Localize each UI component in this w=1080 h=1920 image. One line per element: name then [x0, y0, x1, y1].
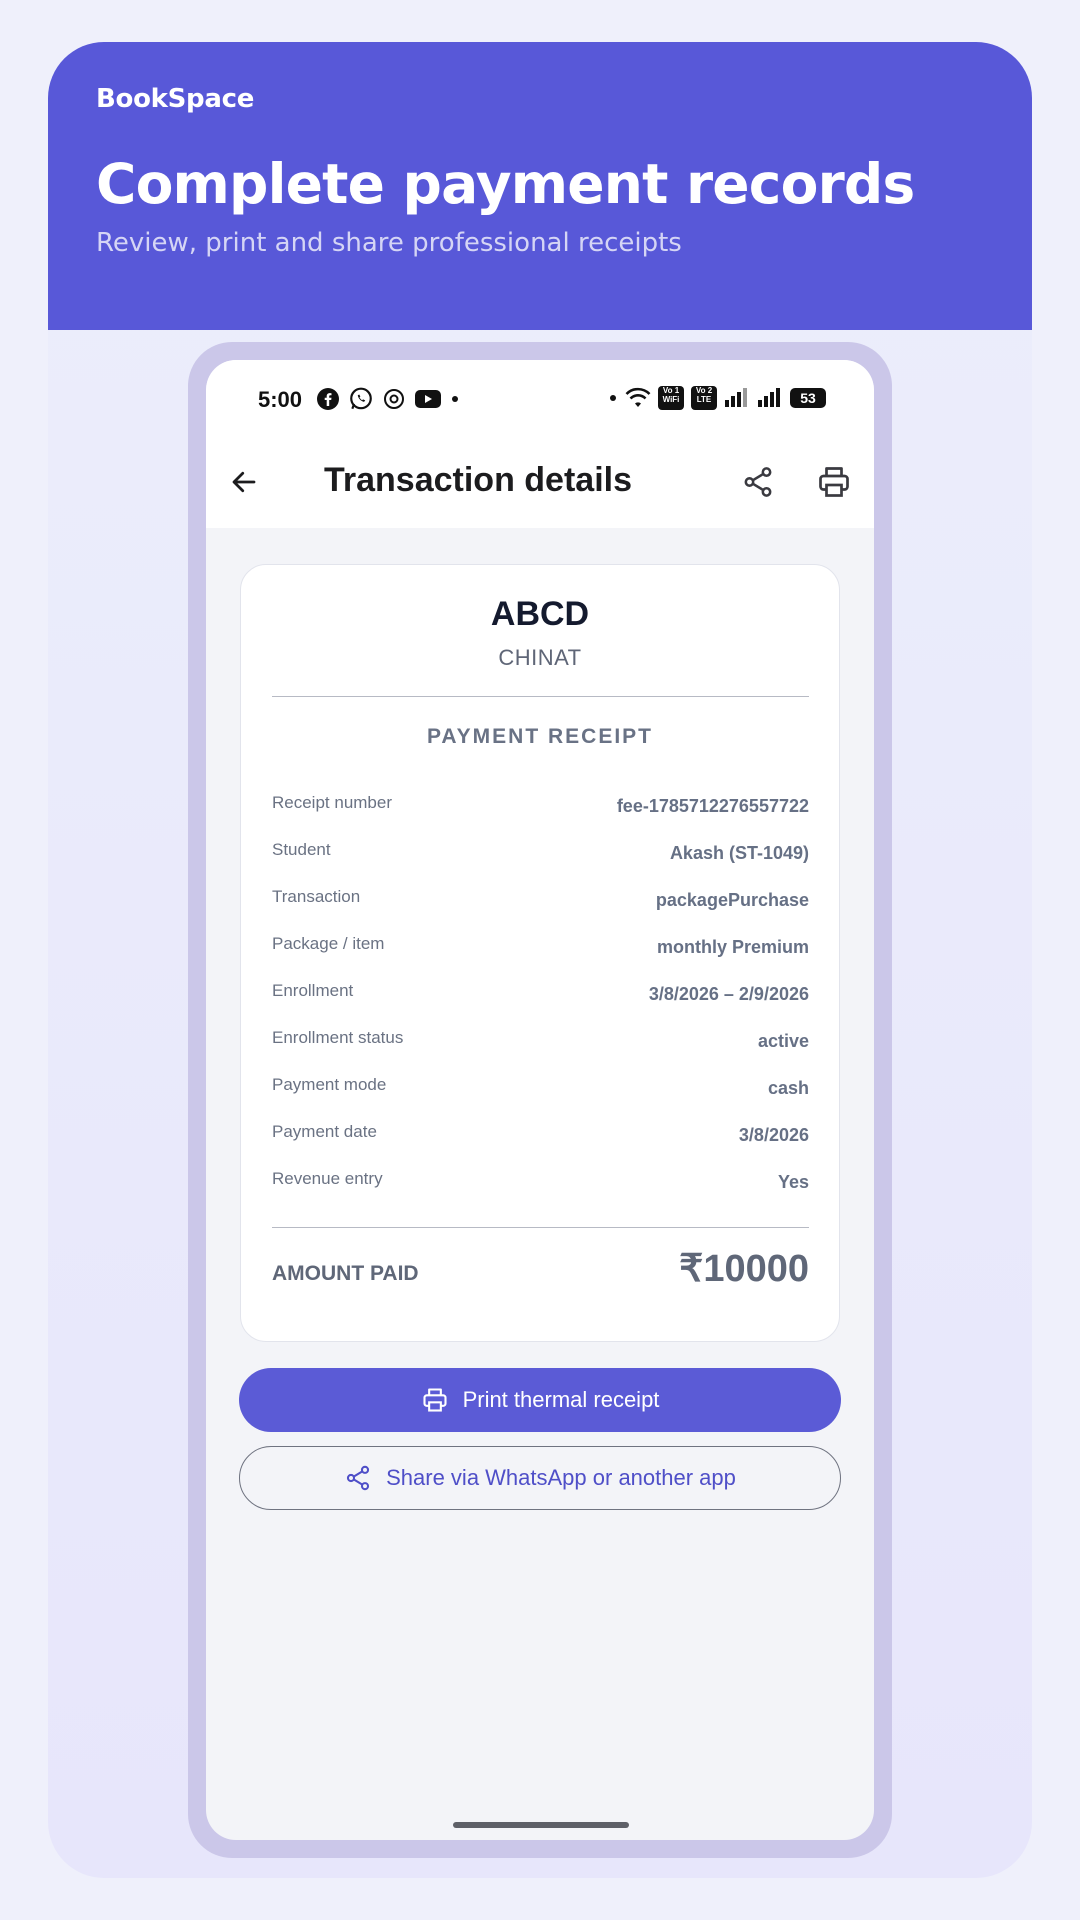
amount-label: AMOUNT PAID	[272, 1262, 419, 1285]
facebook-icon	[317, 388, 339, 410]
vowifi-icon: Vo 1 WiFi	[658, 386, 684, 410]
battery-icon: 53	[790, 388, 826, 408]
wifi-icon	[625, 387, 651, 407]
row-label: Transaction	[272, 887, 361, 906]
row-value: 3/8/2026	[738, 1125, 809, 1145]
receipt-row: Enrollment status active	[272, 1028, 809, 1058]
threads-icon	[384, 389, 404, 409]
signal-icon	[758, 388, 780, 407]
row-label: Enrollment	[272, 981, 354, 1000]
receipt-row: Payment date 3/8/2026	[272, 1122, 809, 1152]
print-button[interactable]	[810, 458, 858, 506]
row-label: Payment date	[272, 1122, 377, 1141]
dot-icon	[610, 395, 616, 401]
share-icon	[347, 1465, 370, 1491]
share-receipt-button[interactable]: Share via WhatsApp or another app	[239, 1446, 841, 1510]
row-value: cash	[767, 1078, 809, 1098]
back-arrow-icon	[232, 471, 256, 493]
receipt-row: Receipt number fee-1785712276557722	[272, 793, 809, 823]
app-bar: Transaction details	[206, 436, 874, 528]
status-time: 5:00	[258, 387, 303, 412]
row-label: Revenue entry	[272, 1169, 383, 1188]
receipt-row: Package / item monthly Premium	[272, 934, 809, 964]
youtube-icon	[415, 390, 441, 408]
dot-icon	[452, 396, 458, 402]
print-thermal-receipt-button[interactable]: Print thermal receipt	[239, 1368, 841, 1432]
divider	[272, 696, 809, 697]
row-value: fee-1785712276557722	[616, 796, 809, 816]
business-subtitle: CHINAT	[498, 645, 582, 670]
row-label: Package / item	[272, 934, 385, 953]
signal-icon	[725, 388, 747, 407]
receipt-row: Transaction packagePurchase	[272, 887, 809, 917]
row-label: Student	[272, 840, 331, 859]
row-value: packagePurchase	[655, 890, 809, 910]
print-icon	[819, 467, 849, 497]
hero-subtitle: Review, print and share professional rec…	[96, 228, 682, 258]
row-value: active	[757, 1031, 809, 1051]
hero-title: Complete payment records	[96, 152, 915, 216]
whatsapp-icon	[350, 387, 372, 410]
home-indicator[interactable]	[453, 1822, 629, 1828]
share-icon	[744, 467, 772, 497]
share-button[interactable]	[734, 458, 782, 506]
row-value: 3/8/2026 – 2/9/2026	[648, 984, 809, 1004]
receipt-row: Payment mode cash	[272, 1075, 809, 1105]
phone-screen: 5:00 Vo 1 WiFi Vo 2 LTE 53 Transaction d…	[206, 360, 874, 1840]
row-label: Receipt number	[272, 793, 393, 812]
row-value: Yes	[777, 1172, 809, 1192]
status-icons-right: Vo 1 WiFi Vo 2 LTE 53	[608, 386, 826, 410]
brand-name: BookSpace	[96, 84, 255, 114]
back-button[interactable]	[220, 458, 268, 506]
share-button-label: Share via WhatsApp or another app	[386, 1465, 736, 1490]
receipt-row: Student Akash (ST-1049)	[272, 840, 809, 870]
print-button-label: Print thermal receipt	[462, 1387, 660, 1412]
volte-icon: Vo 2 LTE	[691, 386, 717, 410]
status-bar: 5:00 Vo 1 WiFi Vo 2 LTE 53	[206, 360, 874, 436]
status-icons-left	[316, 386, 460, 412]
receipt-card: ABCD CHINAT PAYMENT RECEIPT Receipt numb…	[240, 564, 840, 1342]
receipt-heading: PAYMENT RECEIPT	[426, 725, 654, 748]
receipt-row: Revenue entry Yes	[272, 1169, 809, 1199]
amount-value: ₹10000	[679, 1248, 809, 1290]
business-name: ABCD	[490, 595, 590, 633]
row-label: Payment mode	[272, 1075, 387, 1094]
divider	[272, 1227, 809, 1228]
receipt-row: Enrollment 3/8/2026 – 2/9/2026	[272, 981, 809, 1011]
phone-frame: 5:00 Vo 1 WiFi Vo 2 LTE 53 Transaction d…	[188, 342, 892, 1858]
row-value: Akash (ST-1049)	[669, 843, 809, 863]
row-value: monthly Premium	[656, 937, 809, 957]
promo-card: BookSpace Complete payment records Revie…	[48, 42, 1032, 1878]
print-icon	[423, 1388, 447, 1412]
row-label: Enrollment status	[272, 1028, 404, 1047]
page-title: Transaction details	[324, 461, 632, 499]
hero-banner: BookSpace Complete payment records Revie…	[48, 42, 1032, 330]
